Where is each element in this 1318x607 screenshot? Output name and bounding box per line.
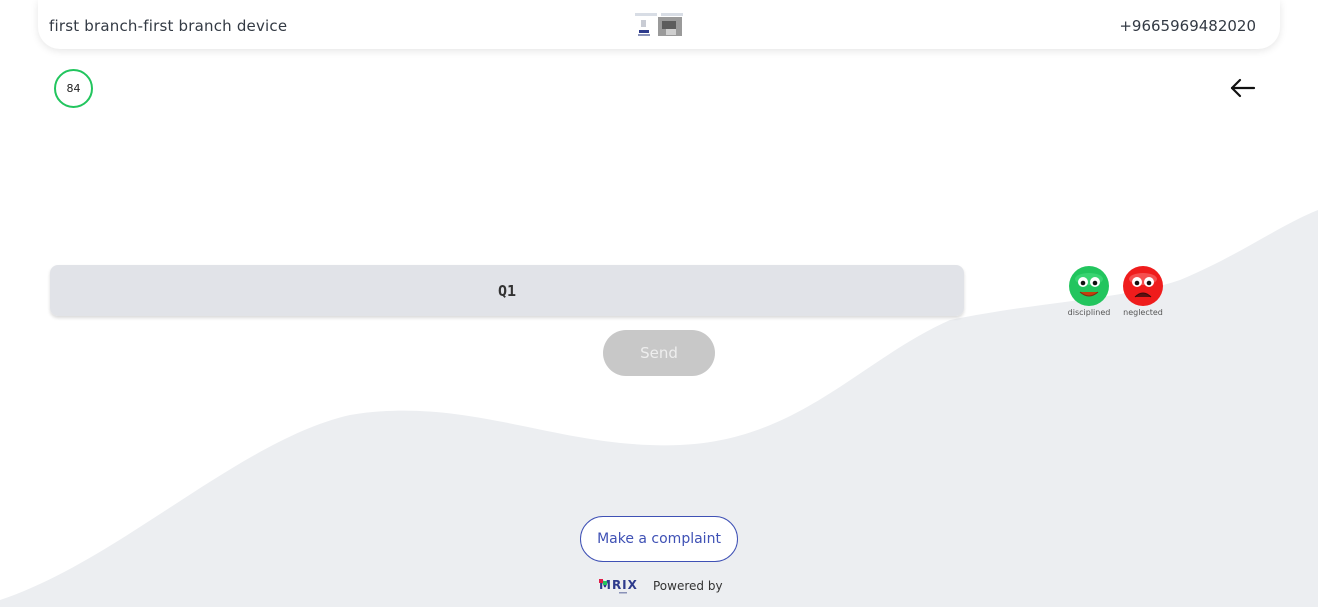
question-label: Q1 [497,281,517,300]
option-label: neglected [1123,308,1163,317]
send-button[interactable]: Send [603,330,715,376]
powered-by-label: Powered by [653,579,723,593]
phone-number: +9665969482020 [1119,17,1256,35]
back-arrow-icon[interactable] [1228,78,1256,98]
powered-by-footer: MRIX Powered by [599,576,723,596]
angry-face-icon [1123,266,1163,306]
option-neglected[interactable]: neglected [1116,265,1170,317]
option-disciplined[interactable]: disciplined [1062,265,1116,317]
make-complaint-button[interactable]: Make a complaint [580,516,738,562]
happy-face-icon [1069,266,1109,306]
option-label: disciplined [1067,308,1111,317]
timer-value: 84 [66,82,81,95]
mrix-logo-icon: MRIX [599,578,637,594]
company-logo-icon [633,11,685,38]
countdown-timer: 84 [54,69,93,108]
question-text-box: Q1 [50,265,964,316]
branch-device-name: first branch-first branch device [49,17,288,35]
top-header-bar: first branch-first branch device +966596… [38,0,1280,49]
